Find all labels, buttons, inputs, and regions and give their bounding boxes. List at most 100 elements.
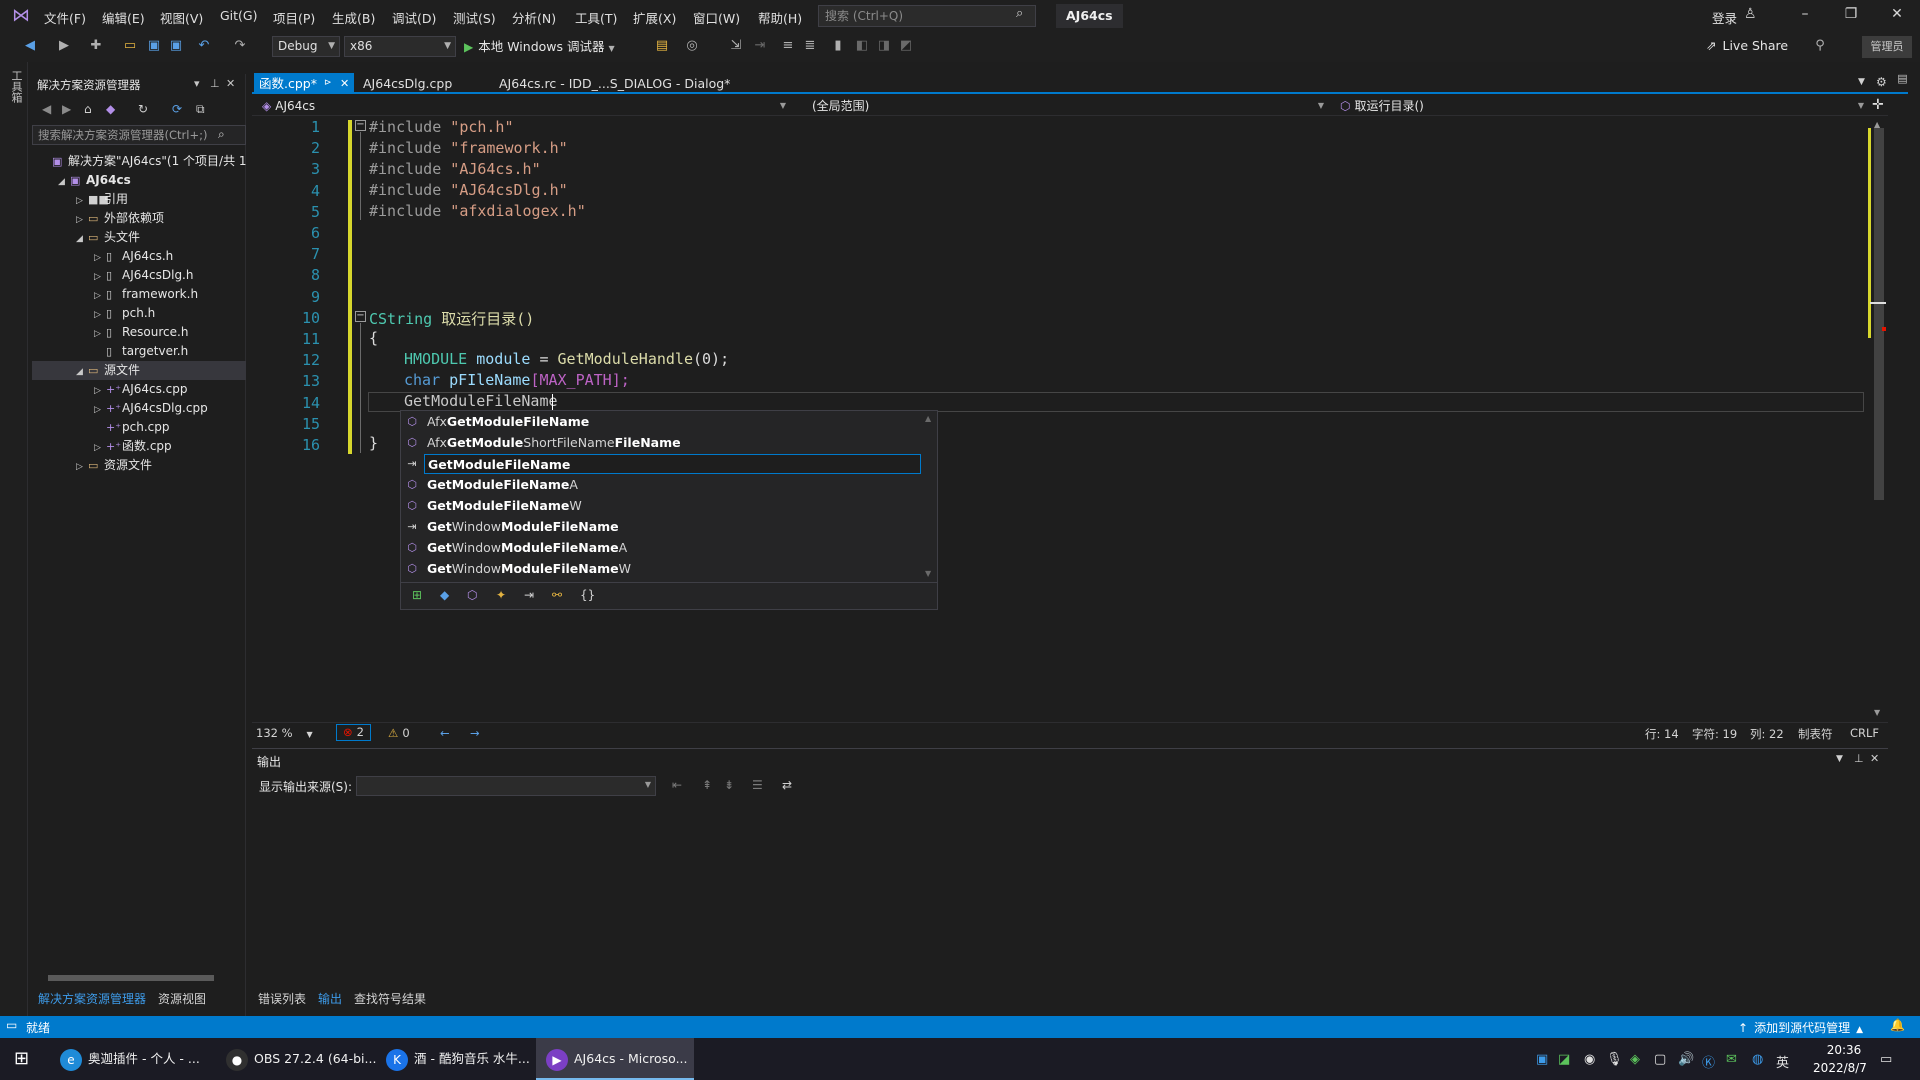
word-wrap-icon[interactable]: ⇄	[782, 778, 792, 792]
member-nav-select[interactable]: ⬡ 取运行目录() ▼	[1334, 97, 1868, 115]
tray-chat-icon[interactable]: ✉	[1726, 1052, 1737, 1067]
settings-gear-icon[interactable]: ⚙	[1876, 75, 1887, 89]
scroll-up-icon[interactable]: ▲	[1874, 120, 1880, 129]
tabs-indicator[interactable]: 制表符	[1798, 726, 1833, 742]
column-indicator[interactable]: 列: 22	[1750, 726, 1784, 742]
tree-item[interactable]: ▷ ▯ framework.h	[32, 285, 246, 304]
expand-arrow-icon[interactable]: ▷	[76, 458, 88, 477]
macro-filter-icon[interactable]: ⇥	[524, 588, 534, 602]
scroll-up-icon[interactable]: ▲	[925, 414, 931, 423]
find-message-icon[interactable]: ⇤	[672, 778, 682, 792]
tree-item[interactable]: ◢ ▭ 头文件	[32, 228, 246, 247]
line-indicator[interactable]: 行: 14	[1645, 726, 1679, 742]
menu-build[interactable]: 生成(B)	[332, 8, 375, 27]
menu-window[interactable]: 窗口(W)	[693, 8, 740, 27]
user-icon[interactable]: ♙	[1744, 6, 1757, 22]
search-input[interactable]: 搜索 (Ctrl+Q)	[818, 5, 1036, 27]
tree-item[interactable]: +⁺pch.cpp	[32, 418, 246, 437]
back-icon[interactable]: ◀	[42, 102, 51, 116]
scrollbar-thumb[interactable]	[1874, 128, 1884, 500]
action-center-icon[interactable]: ▭	[1880, 1052, 1892, 1067]
namespace-filter-icon[interactable]: {}	[580, 588, 595, 602]
tray-app-icon[interactable]: ▣	[1536, 1052, 1548, 1067]
configuration-select[interactable]: Debug ▼	[272, 36, 340, 57]
forward-icon[interactable]: ▶	[56, 38, 72, 53]
tab-solution-explorer[interactable]: 解决方案资源管理器	[38, 990, 146, 1007]
tab-error-list[interactable]: 错误列表	[258, 990, 306, 1007]
clock-time[interactable]: 20:36	[1814, 1043, 1874, 1057]
properties-side-tab[interactable]: ▤	[1896, 72, 1909, 85]
pin-icon[interactable]: ⊥	[210, 77, 220, 90]
windows-start-icon[interactable]: ⊞	[14, 1048, 29, 1069]
zoom-select[interactable]: 132 % ▼	[256, 726, 313, 740]
browse-folder-icon[interactable]: ▤	[654, 38, 670, 53]
tree-item[interactable]: ▷ +⁺AJ64cs.cpp	[32, 380, 246, 399]
notifications-bell-icon[interactable]: 🔔	[1890, 1018, 1905, 1032]
taskbar-app[interactable]: K 酒 - 酷狗音乐 水牛...	[376, 1038, 534, 1080]
redo-icon[interactable]: ↷	[232, 38, 248, 53]
tab-list-chevron-icon[interactable]: ▼	[1858, 77, 1865, 87]
collapse-region-icon[interactable]: −	[355, 311, 366, 322]
toolbox-tab[interactable]: 工具箱	[8, 70, 23, 103]
live-share-button[interactable]: ⇗ Live Share	[1706, 38, 1788, 53]
collapse-region-icon[interactable]: −	[355, 120, 366, 131]
menu-help[interactable]: 帮助(H)	[758, 8, 802, 27]
completion-scrollbar[interactable]: ▲ ▼	[924, 414, 934, 578]
tray-nvidia-icon[interactable]: ◪	[1558, 1052, 1570, 1067]
taskbar-app[interactable]: ▶ AJ64cs - Microso...	[536, 1038, 694, 1080]
completion-item[interactable]: GetModuleFileName	[424, 454, 921, 474]
expand-icon[interactable]: ⊞	[412, 588, 422, 602]
completion-item[interactable]: GetWindowModuleFileNameA	[401, 538, 921, 558]
scrollbar-thumb[interactable]	[48, 975, 214, 981]
tree-item[interactable]: ▷ ▭ 外部依赖项	[32, 209, 246, 228]
output-source-select[interactable]: ▼	[356, 776, 656, 796]
visual-studio-logo-icon[interactable]: ⋈	[10, 6, 32, 26]
pin-icon[interactable]: ⊳	[324, 73, 332, 94]
tree-item[interactable]: ◢ ▣ AJ64cs	[32, 171, 246, 190]
close-window-icon[interactable]: ✕	[1887, 6, 1907, 22]
back-icon[interactable]: ◀	[22, 38, 38, 53]
next-bookmark-icon[interactable]: ◨	[876, 38, 892, 53]
tree-item[interactable]: ▷ ▯ Resource.h	[32, 323, 246, 342]
add-to-source-control-button[interactable]: ↑ 添加到源代码管理 ▲	[1738, 1019, 1863, 1036]
tree-item[interactable]: ▷ ▯ AJ64cs.h	[32, 247, 246, 266]
search-icon[interactable]: ⌕	[1016, 6, 1023, 21]
completion-item[interactable]: AfxGetModuleShortFileNameFileName	[401, 433, 921, 453]
tray-kugou-icon[interactable]: Ⓚ	[1702, 1052, 1715, 1071]
save-all-icon[interactable]: ▣	[168, 38, 184, 53]
menu-git[interactable]: Git(G)	[220, 8, 258, 23]
scope-nav-select[interactable]: (全局范围) ▼	[806, 97, 1328, 115]
uncomment-icon[interactable]: ≣	[802, 38, 818, 53]
tree-item[interactable]: ▷ +⁺函数.cpp	[32, 437, 246, 456]
tray-volume-icon[interactable]: 🔊	[1678, 1052, 1694, 1067]
tray-wechat-icon[interactable]: ◈	[1630, 1052, 1640, 1067]
menu-analyze[interactable]: 分析(N)	[512, 8, 556, 27]
tab-output[interactable]: 输出	[318, 990, 342, 1007]
tree-item[interactable]: ▷ ▯ pch.h	[32, 304, 246, 323]
chevron-down-icon[interactable]: ▾	[194, 77, 200, 90]
line-ending-indicator[interactable]: CRLF	[1850, 726, 1879, 740]
tray-browser-icon[interactable]: ◍	[1752, 1052, 1763, 1067]
tree-item[interactable]: ▣ 解决方案"AJ64cs"(1 个项目/共 1	[32, 152, 247, 171]
menu-tools[interactable]: 工具(T)	[575, 8, 617, 27]
completion-item[interactable]: GetWindowModuleFileNameW	[401, 559, 921, 579]
code-line-14[interactable]: GetModuleFileName	[404, 392, 558, 410]
project-nav-select[interactable]: ◈ AJ64cs ▼	[256, 97, 790, 115]
tray-obs-icon[interactable]: ◉	[1584, 1052, 1595, 1067]
taskbar-app[interactable]: e 奥迦插件 - 个人 - ...	[50, 1038, 212, 1080]
warning-count-button[interactable]: ⚠ 0	[388, 726, 410, 740]
forward-icon[interactable]: ▶	[62, 102, 71, 116]
tray-mic-icon[interactable]: 🎙	[1606, 1052, 1623, 1067]
completion-item[interactable]: GetWindowModuleFileName	[401, 517, 921, 537]
close-icon[interactable]: ✕	[340, 73, 349, 94]
refresh-icon[interactable]: ⟳	[172, 102, 182, 116]
prev-bookmark-icon[interactable]: ◧	[854, 38, 870, 53]
menu-view[interactable]: 视图(V)	[160, 8, 203, 27]
comment-icon[interactable]: ≡	[780, 38, 796, 53]
split-editor-icon[interactable]: ✛	[1872, 97, 1884, 113]
next-message-icon[interactable]: ⇟	[724, 778, 734, 792]
sign-in-link[interactable]: 登录	[1712, 8, 1737, 27]
menu-test[interactable]: 测试(S)	[453, 8, 496, 27]
tray-network-icon[interactable]: ▢	[1654, 1052, 1666, 1067]
pin-icon[interactable]: ⊥	[1854, 752, 1864, 765]
